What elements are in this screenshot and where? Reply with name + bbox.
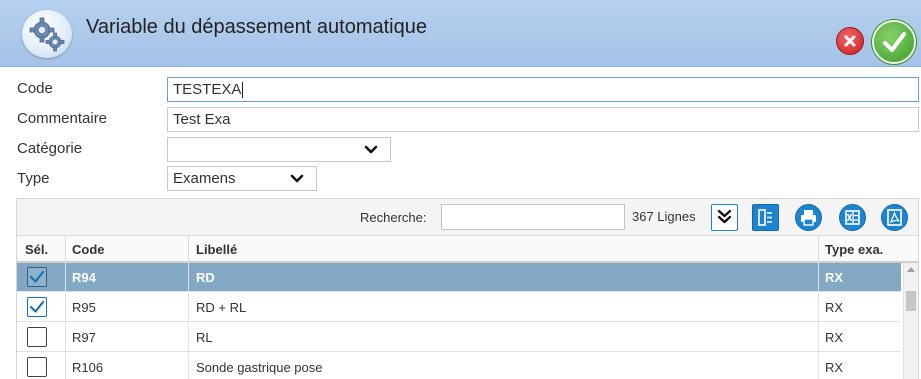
cell-divider <box>818 353 819 379</box>
cell-divider <box>65 323 66 352</box>
comment-field[interactable]: Test Exa <box>167 107 919 132</box>
cell-divider <box>188 353 189 379</box>
title-bar: Variable du dépassement automatique <box>0 0 921 67</box>
row-checkbox[interactable] <box>27 357 47 377</box>
print-button[interactable] <box>795 204 822 231</box>
row-code: R106 <box>72 360 104 375</box>
search-input[interactable] <box>441 204 625 230</box>
checkmark-icon <box>29 300 45 313</box>
chevron-down-icon <box>364 145 378 154</box>
validate-button[interactable] <box>872 20 916 64</box>
print-icon <box>801 210 816 226</box>
type-label: Type <box>17 170 50 187</box>
close-icon <box>844 35 856 47</box>
cell-divider <box>818 323 819 352</box>
text-cursor <box>242 81 244 98</box>
checkmark-icon <box>29 270 45 283</box>
row-checkbox[interactable] <box>27 297 47 317</box>
scroll-up-arrow-icon[interactable] <box>907 267 915 272</box>
category-label: Catégorie <box>17 140 83 157</box>
columns-icon <box>758 209 772 226</box>
category-select[interactable] <box>167 137 391 162</box>
row-type: RX <box>825 270 844 285</box>
column-header-code[interactable]: Code <box>72 242 105 257</box>
cell-divider <box>818 293 819 322</box>
window-title: Variable du dépassement automatique <box>86 16 427 38</box>
line-count: 367 Lignes <box>632 209 696 224</box>
close-button[interactable] <box>836 27 864 55</box>
column-header-label[interactable]: Libellé <box>196 242 237 257</box>
cell-divider <box>65 263 66 292</box>
code-value: TESTEXA <box>173 81 242 98</box>
column-header-select[interactable]: Sél. <box>25 242 48 257</box>
cell-divider <box>188 293 189 322</box>
row-type: RX <box>825 330 844 345</box>
check-icon <box>883 32 906 52</box>
row-label: RD <box>196 270 215 285</box>
row-code: R95 <box>72 300 96 315</box>
column-header-exam-type[interactable]: Type exa. <box>825 242 883 257</box>
table-row[interactable]: R94 RD RX <box>17 263 901 292</box>
chevron-down-icon <box>290 174 304 183</box>
table-row[interactable]: R97 RL RX <box>17 323 901 352</box>
pdf-export-button[interactable] <box>881 204 908 231</box>
row-label: RL <box>196 330 213 345</box>
cell-divider <box>188 263 189 292</box>
comment-value: Test Exa <box>173 111 231 128</box>
search-label: Recherche: <box>360 210 427 225</box>
row-code: R94 <box>72 270 96 285</box>
pdf-export-icon <box>887 209 902 226</box>
exam-grid: Recherche: 367 Lignes Sél. Code Libellé … <box>16 198 919 379</box>
row-checkbox[interactable] <box>27 267 47 287</box>
grid-header: Sél. Code Libellé Type exa. <box>17 236 918 263</box>
row-type: RX <box>825 300 844 315</box>
column-divider <box>188 236 189 263</box>
row-label: RD + RL <box>196 300 247 315</box>
cell-divider <box>188 323 189 352</box>
excel-export-icon <box>845 210 860 225</box>
row-label: Sonde gastrique pose <box>196 360 323 375</box>
table-row[interactable]: R95 RD + RL RX <box>17 293 901 322</box>
column-divider <box>65 236 66 263</box>
code-field[interactable]: TESTEXA <box>167 77 919 102</box>
comment-label: Commentaire <box>17 110 108 127</box>
cell-divider <box>65 353 66 379</box>
expand-all-button[interactable] <box>711 204 738 231</box>
type-value: Examens <box>173 170 236 187</box>
row-type: RX <box>825 360 844 375</box>
columns-button[interactable] <box>752 204 779 231</box>
scrollbar-thumb[interactable] <box>906 291 916 311</box>
code-label: Code <box>17 80 53 97</box>
table-row[interactable]: R106 Sonde gastrique pose RX <box>17 353 901 379</box>
cell-divider <box>818 263 819 292</box>
excel-export-button[interactable] <box>839 204 866 231</box>
column-divider <box>818 236 819 263</box>
row-checkbox[interactable] <box>27 327 47 347</box>
grid-toolbar: Recherche: 367 Lignes <box>17 199 918 236</box>
type-select[interactable]: Examens <box>167 166 317 191</box>
gears-icon <box>22 10 72 58</box>
vertical-scrollbar[interactable] <box>903 263 918 379</box>
double-chevron-down-icon <box>717 209 732 224</box>
cell-divider <box>65 293 66 322</box>
row-code: R97 <box>72 330 96 345</box>
